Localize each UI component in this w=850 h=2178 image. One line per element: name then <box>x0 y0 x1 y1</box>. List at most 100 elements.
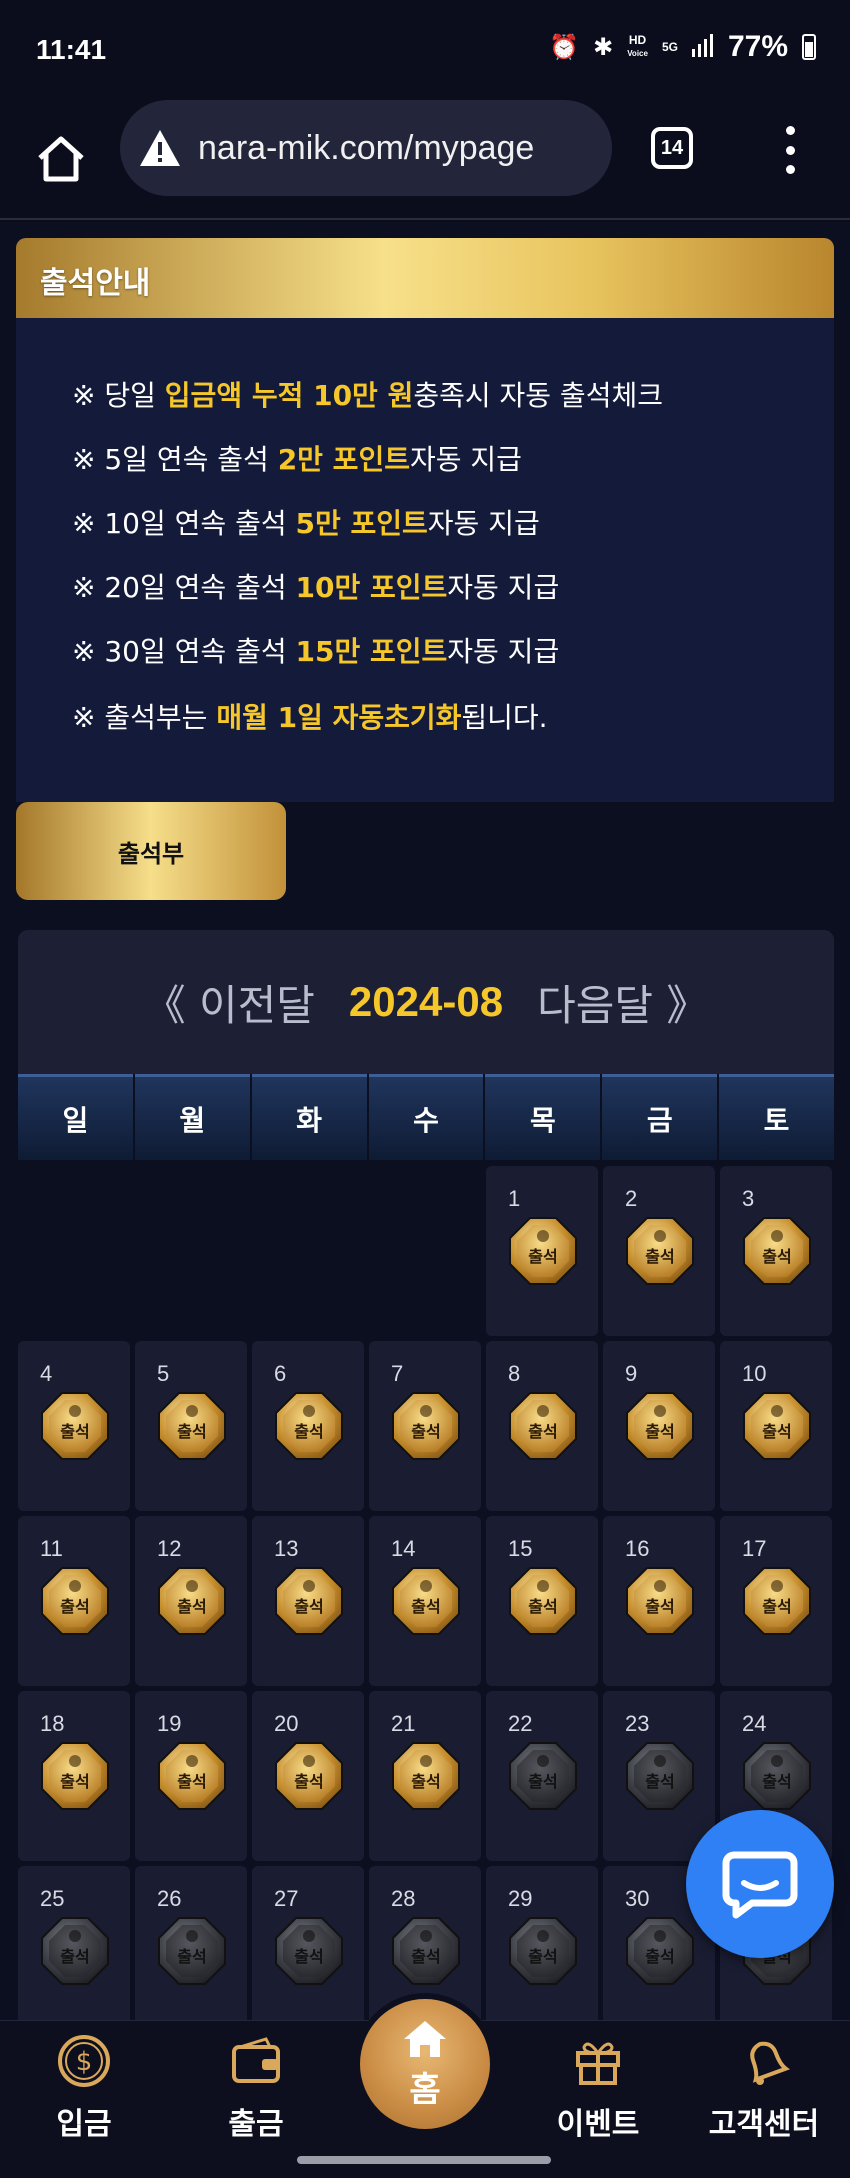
stamp-label: 출석 <box>60 1947 90 1966</box>
day-number: 25 <box>40 1886 65 1911</box>
next-month-button[interactable]: 다음달 》 <box>537 972 708 1033</box>
notice-line: ※ 20일 연속 출석 10만 포인트자동 지급 <box>72 566 559 606</box>
calendar-day-cell[interactable]: 17 출석 <box>720 1516 832 1686</box>
alarm-icon: ⏰ <box>549 33 580 61</box>
calendar-day-cell[interactable]: 26 출석 <box>135 1866 247 2036</box>
calendar-day-cell[interactable]: 29 출석 <box>486 1866 598 2036</box>
nav-deposit[interactable]: $ 입금 <box>14 2021 154 2147</box>
stamp-label: 출석 <box>645 1247 675 1266</box>
attendance-stamp-icon: 출석 <box>391 1741 461 1811</box>
weekday-tue: 화 <box>251 1074 367 1160</box>
calendar-day-cell[interactable]: 4 출석 <box>18 1341 130 1511</box>
attendance-stamp-inactive-icon: 출석 <box>40 1916 110 1986</box>
signal-icon <box>691 33 714 62</box>
attendance-stamp-inactive-icon: 출석 <box>625 1916 695 1986</box>
notice-text: ※ 출석부는 <box>72 701 217 734</box>
voice-label: Voice <box>627 49 648 58</box>
mypage-content: 출석안내 ※ 당일 입금액 누적 10만 원충족시 자동 출석체크 ※ 5일 연… <box>0 222 850 2036</box>
calendar-day-cell[interactable]: 25 출석 <box>18 1866 130 2036</box>
attendance-stamp-icon: 출석 <box>508 1391 578 1461</box>
nav-home-label: 홈 <box>409 2069 441 2110</box>
gesture-handle[interactable] <box>297 2156 551 2164</box>
calendar-day-cell[interactable]: 12 출석 <box>135 1516 247 1686</box>
calendar-day-cell[interactable]: 15 출석 <box>486 1516 598 1686</box>
calendar-day-cell[interactable]: 23 출석 <box>603 1691 715 1861</box>
stamp-label: 출석 <box>294 1422 324 1441</box>
tab-count-button[interactable]: 14 <box>651 127 693 169</box>
calendar-day-cell[interactable]: 22 출석 <box>486 1691 598 1861</box>
notice-text: ※ 20일 연속 출석 <box>72 571 296 604</box>
stamp-label: 출석 <box>294 1772 324 1791</box>
calendar-day-cell[interactable]: 7 출석 <box>369 1341 481 1511</box>
stamp-label: 출석 <box>762 1247 792 1266</box>
calendar-day-cell[interactable]: 2 출석 <box>603 1166 715 1336</box>
day-number: 21 <box>391 1711 416 1736</box>
calendar-day-cell[interactable]: 1 출석 <box>486 1166 598 1336</box>
day-number: 20 <box>274 1711 299 1736</box>
day-number: 22 <box>508 1711 533 1736</box>
day-number: 2 <box>625 1186 638 1211</box>
notice-highlight: 15만 포인트 <box>295 635 448 668</box>
attendance-stamp-icon: 출석 <box>625 1566 695 1636</box>
calendar-day-cell[interactable]: 3 출석 <box>720 1166 832 1336</box>
stamp-label: 출석 <box>294 1597 324 1616</box>
calendar-day-cell[interactable]: 6 출석 <box>252 1341 364 1511</box>
calendar-day-cell[interactable]: 13 출석 <box>252 1516 364 1686</box>
url-bar[interactable]: nara-mik.com/mypage <box>120 100 612 196</box>
stamp-label: 출석 <box>60 1422 90 1441</box>
day-number: 11 <box>40 1536 63 1561</box>
notice-line: ※ 출석부는 매월 1일 자동초기화됩니다. <box>72 696 548 736</box>
nav-event[interactable]: 이벤트 <box>528 2021 668 2147</box>
stamp-label: 출석 <box>762 1597 792 1616</box>
attendance-stamp-icon: 출석 <box>508 1566 578 1636</box>
day-number: 29 <box>508 1886 533 1911</box>
hd-label: HD <box>628 33 647 47</box>
status-bar: 11:41 ⏰ ✱ HD Voice 5G 77% <box>0 0 850 100</box>
nav-home[interactable]: 홈 <box>360 1999 490 2129</box>
weekday-thu: 목 <box>485 1074 601 1160</box>
stamp-label: 출석 <box>60 1772 90 1791</box>
calendar-day-cell[interactable]: 21 출석 <box>369 1691 481 1861</box>
calendar-day-cell[interactable]: 19 출석 <box>135 1691 247 1861</box>
notice-text: ※ 5일 연속 출석 <box>72 443 278 476</box>
day-number: 17 <box>742 1536 767 1561</box>
calendar-header: 《 이전달 2024-08 다음달 》 <box>18 930 834 1074</box>
calendar-day-cell[interactable]: 16 출석 <box>603 1516 715 1686</box>
battery-percent: 77% <box>727 30 788 63</box>
prev-month-button[interactable]: 《 이전달 <box>144 972 315 1033</box>
url-text: nara-mik.com/mypage <box>198 128 535 167</box>
notice-text: 충족시 자동 출석체크 <box>413 379 663 412</box>
network-5g-icon: 5G <box>661 40 678 54</box>
calendar-day-cell[interactable]: 10 출석 <box>720 1341 832 1511</box>
stamp-label: 출석 <box>645 1772 675 1791</box>
notice-highlight: 5만 포인트 <box>295 507 428 540</box>
attendance-book-button[interactable]: 출석부 <box>16 802 286 900</box>
day-number: 7 <box>391 1361 404 1386</box>
stamp-label: 출석 <box>528 1597 558 1616</box>
day-number: 30 <box>625 1886 650 1911</box>
nav-support[interactable]: 고객센터 <box>694 2021 834 2147</box>
calendar-day-cell[interactable]: 9 출석 <box>603 1341 715 1511</box>
browser-menu-icon[interactable] <box>782 126 798 174</box>
attendance-stamp-icon: 출석 <box>40 1566 110 1636</box>
status-icons: ⏰ ✱ HD Voice 5G 77% <box>549 30 816 64</box>
nav-support-label: 고객센터 <box>708 2107 820 2142</box>
calendar-day-cell[interactable]: 11 출석 <box>18 1516 130 1686</box>
notice-text: ※ 30일 연속 출석 <box>72 635 296 668</box>
calendar-day-cell[interactable]: 8 출석 <box>486 1341 598 1511</box>
calendar-day-cell[interactable]: 5 출석 <box>135 1341 247 1511</box>
calendar-day-cell[interactable]: 20 출석 <box>252 1691 364 1861</box>
day-number: 1 <box>508 1186 521 1211</box>
current-month: 2024-08 <box>348 978 504 1025</box>
browser-home-icon[interactable] <box>32 130 90 188</box>
day-number: 26 <box>157 1886 182 1911</box>
nav-withdraw[interactable]: 출금 <box>186 2021 326 2147</box>
calendar-day-cell[interactable]: 18 출석 <box>18 1691 130 1861</box>
calendar-day-cell[interactable]: 27 출석 <box>252 1866 364 2036</box>
stamp-label: 출석 <box>645 1597 675 1616</box>
calendar-blank-cell <box>135 1166 247 1336</box>
chat-button[interactable] <box>686 1810 834 1958</box>
calendar-day-cell[interactable]: 14 출석 <box>369 1516 481 1686</box>
stamp-label: 출석 <box>177 1422 207 1441</box>
notice-highlight: 10만 포인트 <box>295 571 448 604</box>
